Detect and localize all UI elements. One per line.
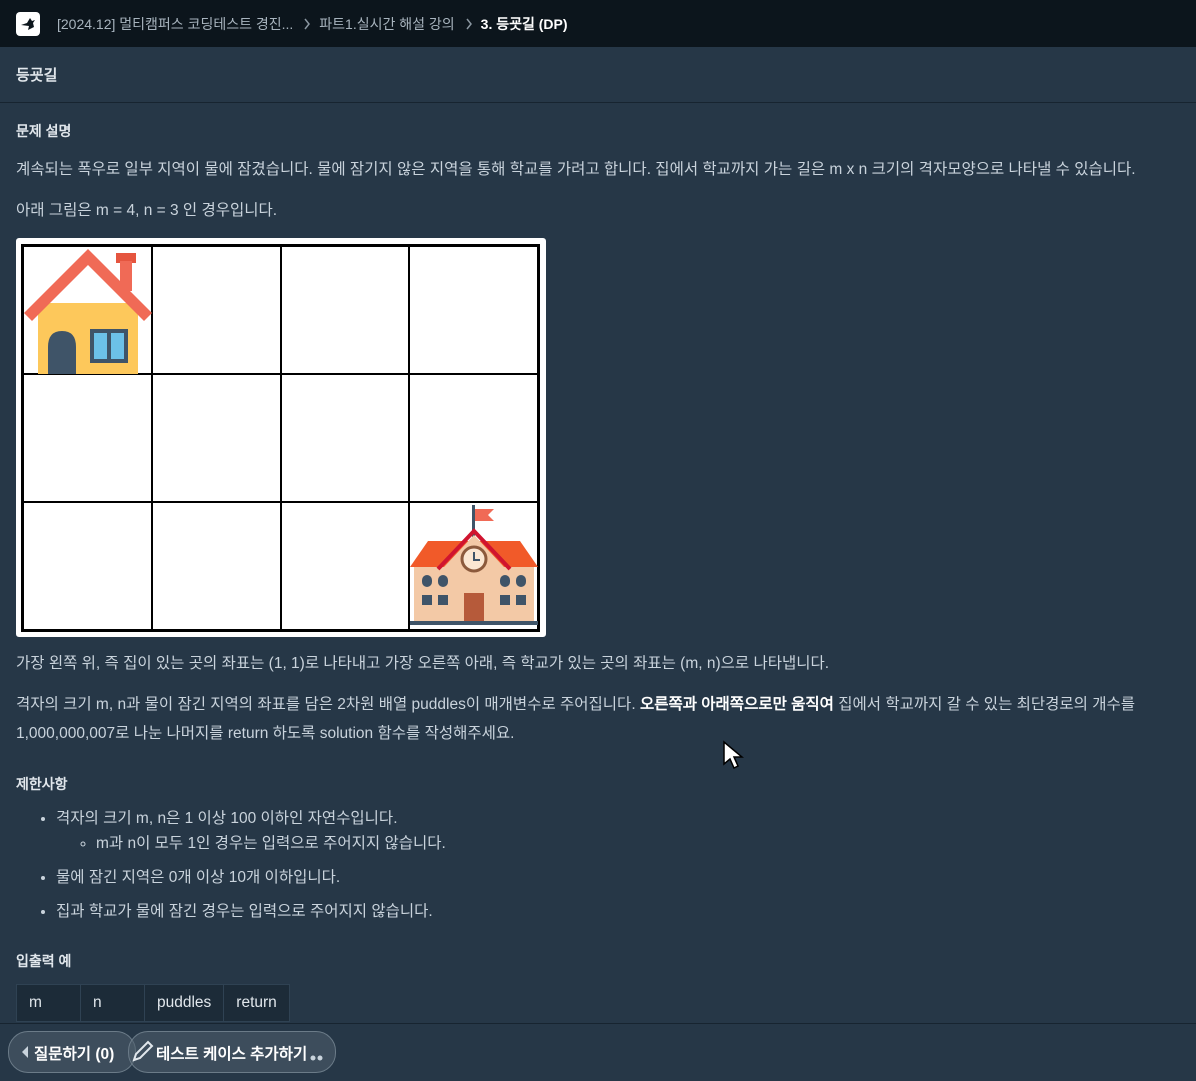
top-navigation: [2024.12] 멀티캠퍼스 코딩테스트 경진... 파트1.실시간 해설 강… <box>0 0 1196 47</box>
limits-list: 격자의 크기 m, n은 1 이상 100 이하인 자연수입니다. m과 n이 … <box>16 806 446 856</box>
problem-title-bar: 등굣길 <box>0 47 1196 103</box>
limits-list-2: 물에 잠긴 지역은 0개 이상 10개 이하입니다. <box>16 865 340 890</box>
grid-cell <box>23 502 152 630</box>
mouse-cursor-icon <box>722 740 745 775</box>
table-header: m <box>16 984 81 1022</box>
breadcrumb-part[interactable]: 파트1.실시간 해설 강의 <box>319 14 454 34</box>
problem-paragraph-3: 가장 왼쪽 위, 즉 집이 있는 곳의 좌표는 (1, 1)로 나타내고 가장 … <box>16 655 830 672</box>
problem-paragraph-1: 계속되는 폭우로 일부 지역이 물에 잠겼습니다. 물에 잠기지 않은 지역을 … <box>16 161 1136 178</box>
grid-cell <box>409 374 538 502</box>
paragraph-4-emphasis: 오른쪽과 아래쪽으로만 움직여 <box>639 696 834 713</box>
grid-cell <box>23 246 152 375</box>
table-header: n <box>80 984 145 1022</box>
problem-title: 등굣길 <box>16 67 58 84</box>
table-header: return <box>223 984 290 1022</box>
limit-sublist: m과 n이 모두 1인 경우는 입력으로 주어지지 않습니다. <box>56 831 446 856</box>
breadcrumb-current: 3. 등굣길 (DP) <box>480 15 568 32</box>
paragraph-4-part-1: 격자의 크기 m, n과 물이 잠긴 지역의 좌표를 담은 2차원 배열 pud… <box>16 696 640 713</box>
section-io-heading: 입출력 예 <box>16 953 72 969</box>
house-icon <box>24 249 152 375</box>
section-limits-heading: 제한사항 <box>16 776 68 792</box>
grid-cell <box>280 502 410 630</box>
table-header-row: m n puddles return <box>16 984 290 1022</box>
grid-cell <box>280 374 410 502</box>
limit-item: 격자의 크기 m, n은 1 이상 100 이하인 자연수입니다. m과 n이 … <box>56 806 446 856</box>
problem-paragraph-2: 아래 그림은 m = 4, n = 3 인 경우입니다. <box>16 202 278 219</box>
grid <box>21 244 540 632</box>
limits-list-3: 집과 학교가 물에 잠긴 경우는 입력으로 주어지지 않습니다. <box>16 899 433 924</box>
pencil-icon <box>130 1038 156 1069</box>
grid-cell <box>23 374 152 502</box>
question-button-label[interactable]: 질문하기 (0) <box>34 1042 114 1064</box>
limit-item: 물에 잠긴 지역은 0개 이상 10개 이하입니다. <box>56 865 340 890</box>
limit-item-text: 격자의 크기 m, n은 1 이상 100 이하인 자연수입니다. <box>56 810 398 827</box>
grid-cell <box>151 246 281 374</box>
school-icon <box>410 505 539 625</box>
section-problem-heading: 문제 설명 <box>16 123 72 139</box>
more-icon[interactable] <box>310 1048 328 1066</box>
add-testcase-button-label[interactable]: 테스트 케이스 추가하기 <box>156 1042 307 1064</box>
chevron-right-icon <box>303 18 311 30</box>
chevron-left-icon[interactable] <box>20 1045 30 1064</box>
grid-illustration <box>16 238 546 637</box>
limit-item: 집과 학교가 물에 잠긴 경우는 입력으로 주어지지 않습니다. <box>56 899 433 924</box>
grid-cell <box>151 374 281 502</box>
bird-icon[interactable] <box>16 11 40 36</box>
io-example-table: m n puddles return <box>16 984 290 1022</box>
problem-paragraph-4: 격자의 크기 m, n과 물이 잠긴 지역의 좌표를 담은 2차원 배열 pud… <box>16 690 1181 748</box>
table-header: puddles <box>143 984 225 1022</box>
breadcrumb-course[interactable]: [2024.12] 멀티캠퍼스 코딩테스트 경진... <box>57 14 293 34</box>
grid-cell <box>151 502 281 630</box>
grid-cell <box>280 246 410 374</box>
chevron-right-icon <box>465 18 473 30</box>
limit-subitem: m과 n이 모두 1인 경우는 입력으로 주어지지 않습니다. <box>96 831 446 856</box>
grid-cell <box>409 502 539 630</box>
grid-cell <box>409 246 538 374</box>
